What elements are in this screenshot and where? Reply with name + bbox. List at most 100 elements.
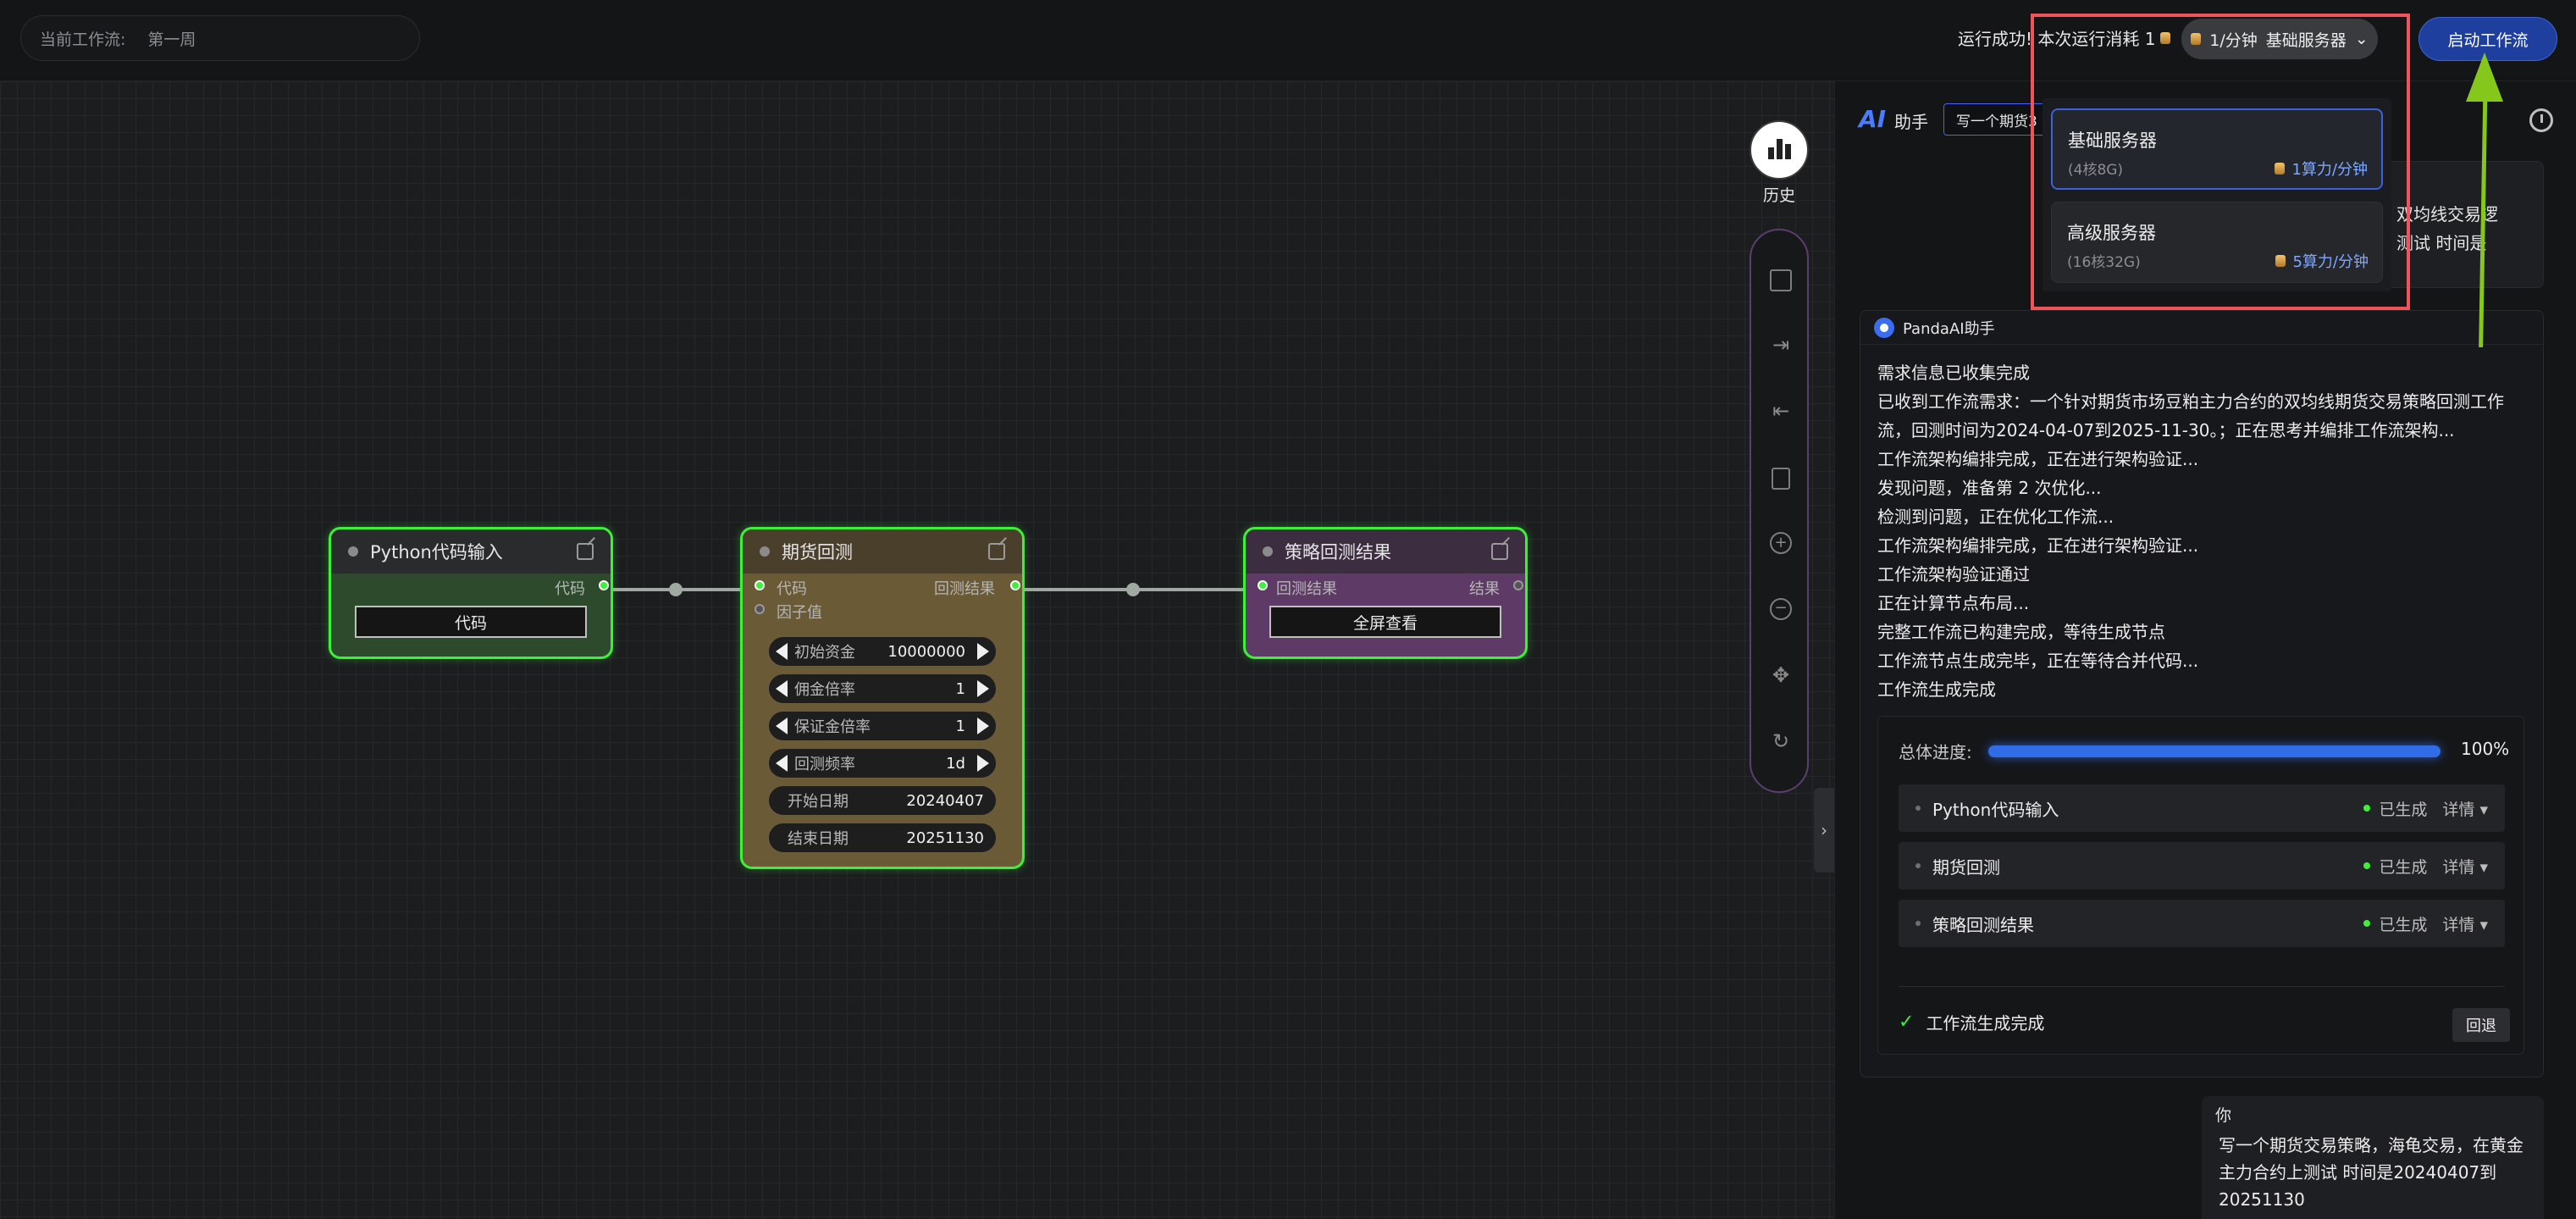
node-ports: 因子值	[743, 599, 1022, 622]
param-margin-rate[interactable]: 保证金倍率 1	[768, 711, 997, 741]
history-label: 历史	[1762, 186, 1795, 205]
edge-handle[interactable]	[1126, 583, 1140, 596]
log-line: 检测到问题，正在优化工作流...	[1877, 507, 2114, 527]
edit-icon[interactable]	[1491, 543, 1508, 560]
user-label: 你	[2215, 1106, 2232, 1125]
zoom-out-icon[interactable]: −	[1770, 598, 1792, 620]
edge-handle[interactable]	[669, 583, 683, 596]
progress-fill	[1988, 745, 2441, 757]
save-icon[interactable]	[1770, 269, 1792, 291]
port-in[interactable]	[1258, 580, 1268, 590]
ai-query-tag[interactable]: 写一个期货3	[1943, 103, 2045, 136]
node-header[interactable]: 期货回测	[743, 529, 1022, 573]
status-dot	[760, 546, 770, 557]
decrement-icon[interactable]	[776, 643, 788, 660]
node-python-input[interactable]: Python代码输入 代码 代码	[329, 527, 613, 659]
edit-icon[interactable]	[988, 543, 1005, 560]
step-detail-toggle[interactable]: 详情 ▾	[2442, 855, 2488, 878]
history-button[interactable]	[1750, 120, 1809, 180]
port-out-label: 代码	[555, 580, 585, 598]
bot-message-card: PandaAI助手 需求信息已收集完成 已收到工作流需求：一个针对期货市场豆粕主…	[1860, 310, 2544, 1078]
node-futures-backtest[interactable]: 期货回测 代码 回测结果 因子值 初始资金 10000000 佣金倍率 1 保证…	[740, 527, 1025, 869]
step-detail-toggle[interactable]: 详情 ▾	[2442, 797, 2488, 820]
log-line: 完整工作流已构建完成，等待生成节点	[1877, 622, 2165, 642]
node-strategy-result[interactable]: 策略回测结果 回测结果 结果 全屏查看	[1243, 527, 1528, 659]
bar-chart-icon	[1767, 147, 1774, 159]
bullet-icon	[1915, 806, 1921, 811]
code-button[interactable]: 代码	[355, 606, 587, 638]
increment-icon[interactable]	[977, 718, 989, 734]
node-title: 策略回测结果	[1285, 542, 1391, 562]
param-commission-rate[interactable]: 佣金倍率 1	[768, 673, 997, 704]
step-detail-toggle[interactable]: 详情 ▾	[2442, 912, 2488, 935]
node-header[interactable]: Python代码输入	[331, 529, 611, 573]
param-end-date[interactable]: 结束日期 20251130	[768, 823, 997, 853]
node-title: 期货回测	[782, 542, 853, 562]
success-dot-icon	[2363, 805, 2371, 812]
divider	[1899, 986, 2505, 987]
workflow-label: 当前工作流:	[40, 30, 126, 49]
success-dot-icon	[2363, 920, 2371, 927]
node-ports: 回测结果 结果	[1246, 573, 1525, 599]
workflow-canvas[interactable]: Python代码输入 代码 代码 期货回测 代码 回测结果 因子值 初始资金 1…	[0, 81, 1834, 1219]
port-in-label: 因子值	[777, 604, 822, 622]
log-line: 工作流架构编排完成，正在进行架构验证...	[1877, 449, 2199, 469]
param-initial-capital[interactable]: 初始资金 10000000	[768, 636, 997, 667]
increment-icon[interactable]	[977, 643, 989, 660]
node-header[interactable]: 策略回测结果	[1246, 529, 1525, 573]
refresh-icon[interactable]: ↻	[1770, 730, 1792, 752]
bot-header: PandaAI助手	[1860, 311, 2543, 345]
edit-icon[interactable]	[577, 543, 594, 560]
param-start-date[interactable]: 开始日期 20240407	[768, 785, 997, 816]
node-title: Python代码输入	[370, 542, 503, 562]
workflow-name-field[interactable]: 当前工作流: 第一周	[20, 15, 420, 61]
step-status: 已生成	[2363, 912, 2427, 935]
log-line: 正在计算节点布局...	[1877, 593, 2030, 613]
fullscreen-view-button[interactable]: 全屏查看	[1269, 606, 1501, 638]
port-out[interactable]	[1513, 580, 1523, 590]
workflow-name: 第一周	[147, 30, 196, 49]
port-in-label: 回测结果	[1276, 580, 1337, 598]
success-dot-icon	[2363, 862, 2371, 869]
zoom-in-icon[interactable]: +	[1770, 532, 1792, 554]
clock-icon[interactable]	[2529, 108, 2553, 132]
increment-icon[interactable]	[977, 755, 989, 772]
panel-collapse-button[interactable]: ›	[1814, 788, 1834, 873]
progress-percent: 100%	[2461, 739, 2510, 759]
log-line: 发现问题，准备第 2 次优化...	[1877, 478, 2102, 498]
status-dot	[348, 546, 358, 557]
port-in-code[interactable]	[755, 580, 765, 590]
bar-chart-icon	[1776, 139, 1783, 159]
decrement-icon[interactable]	[776, 680, 788, 697]
port-out[interactable]	[599, 580, 609, 590]
node-ports: 代码 回测结果	[743, 573, 1022, 599]
delete-icon[interactable]	[1772, 468, 1790, 490]
completion-text: 工作流生成完成	[1926, 1013, 2045, 1033]
log-line: 需求信息已收集完成	[1877, 363, 2030, 383]
port-out-label: 结果	[1469, 580, 1500, 598]
step-status: 已生成	[2363, 855, 2427, 878]
import-icon[interactable]: ⇤	[1770, 400, 1792, 422]
node-ports: 代码	[331, 573, 611, 599]
move-icon[interactable]: ✥	[1770, 664, 1792, 686]
step-name: 期货回测	[1932, 856, 2000, 878]
bullet-icon	[1915, 863, 1921, 868]
decrement-icon[interactable]	[776, 718, 788, 734]
ai-title: 助手	[1894, 112, 1928, 132]
step-row: 策略回测结果 已生成 详情 ▾	[1899, 900, 2505, 947]
port-in-label: 代码	[777, 580, 807, 598]
step-row: 期货回测 已生成 详情 ▾	[1899, 842, 2505, 889]
annotation-highlight-box	[2031, 14, 2410, 310]
port-out[interactable]	[1010, 580, 1020, 590]
increment-icon[interactable]	[977, 680, 989, 697]
log-line: 工作流架构编排完成，正在进行架构验证...	[1877, 535, 2199, 556]
bot-log: 需求信息已收集完成 已收到工作流需求：一个针对期货市场豆粕主力合约的双均线期货交…	[1860, 345, 2543, 704]
port-out-label: 回测结果	[934, 580, 995, 598]
export-icon[interactable]: ⇥	[1770, 334, 1792, 356]
decrement-icon[interactable]	[776, 755, 788, 772]
step-row: Python代码输入 已生成 详情 ▾	[1899, 784, 2505, 832]
check-icon: ✓	[1899, 1011, 1915, 1033]
rollback-button[interactable]: 回退	[2452, 1008, 2510, 1042]
port-in-factor[interactable]	[755, 604, 765, 614]
param-backtest-frequency[interactable]: 回测频率 1d	[768, 748, 997, 778]
